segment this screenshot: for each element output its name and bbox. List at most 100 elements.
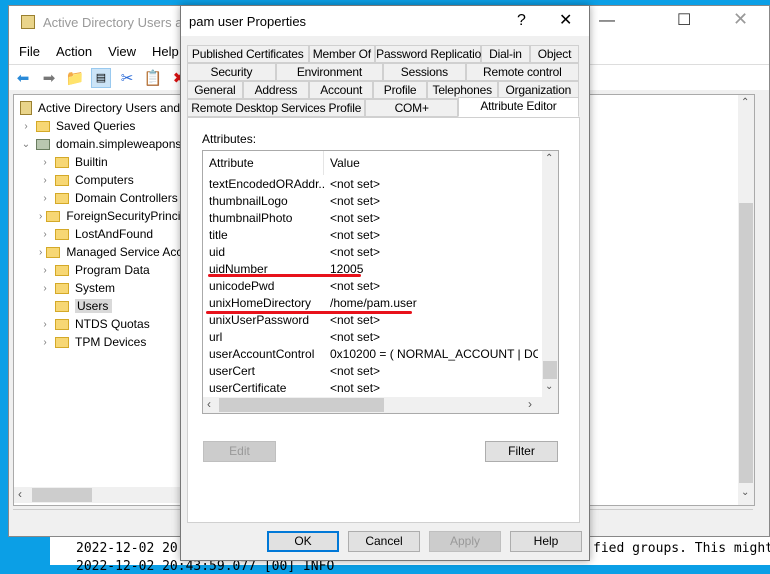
tab-remote-control[interactable]: Remote control [465, 63, 579, 81]
attribute-row[interactable]: thumbnailPhoto <not set> [203, 209, 558, 226]
scroll-thumb[interactable] [739, 203, 753, 483]
chevron-right-icon[interactable]: › [39, 229, 51, 240]
tree-item[interactable]: › LostAndFound [14, 225, 182, 243]
minimize-button[interactable]: — [599, 12, 615, 30]
console-tree-icon[interactable]: ▤ [91, 67, 111, 88]
tab-member-of[interactable]: Member Of [308, 45, 376, 63]
tab-environment[interactable]: Environment [275, 63, 383, 81]
back-arrow-icon[interactable]: ⬅ [13, 68, 33, 88]
attribute-name: unixUserPassword [209, 312, 310, 327]
attribute-row[interactable]: userAccountControl 0x10200 = ( NORMAL_ACC… [203, 345, 558, 362]
chevron-right-icon[interactable]: › [39, 283, 51, 294]
tree-item[interactable]: › System [14, 279, 182, 297]
tree-item[interactable]: › TPM Devices [14, 333, 182, 351]
column-header-value[interactable]: Value [324, 156, 538, 170]
attribute-row[interactable]: textEncodedORAddr... <not set> [203, 175, 558, 192]
tree-item[interactable]: › Saved Queries [14, 117, 182, 135]
scroll-thumb[interactable] [219, 398, 384, 412]
chevron-right-icon[interactable]: › [20, 121, 32, 132]
menu-view[interactable]: View [108, 44, 136, 59]
tree-root[interactable]: Active Directory Users and Computers [14, 99, 182, 117]
attribute-row[interactable]: url <not set> [203, 328, 558, 345]
scroll-left-icon[interactable]: ‹ [18, 487, 22, 501]
tab-sessions[interactable]: Sessions [383, 63, 466, 81]
scroll-right-icon[interactable]: › [528, 397, 532, 411]
tree-item[interactable]: ⌄ domain.simpleweapons [14, 135, 182, 153]
tree-item[interactable]: › Domain Controllers [14, 189, 182, 207]
tree-item-label: ForeignSecurityPrincipals [66, 209, 182, 223]
scroll-down-icon[interactable]: ⌄ [545, 381, 553, 392]
column-header-attribute[interactable]: Attribute [203, 151, 324, 175]
list-horizontal-scrollbar[interactable]: ‹ › [203, 397, 558, 413]
edit-button[interactable]: Edit [203, 441, 276, 462]
attribute-row[interactable]: uid <not set> [203, 243, 558, 260]
attribute-row[interactable]: unicodePwd <not set> [203, 277, 558, 294]
forward-arrow-icon[interactable]: ➡ [39, 68, 59, 88]
scroll-up-icon[interactable]: ⌃ [741, 97, 749, 108]
console-tree: Active Directory Users and Computers › Sa… [13, 94, 183, 506]
chevron-right-icon[interactable]: › [39, 211, 42, 222]
tree-horizontal-scrollbar[interactable]: ‹ [14, 487, 182, 503]
paste-icon[interactable]: 📋 [143, 68, 163, 88]
tree-item-label: LostAndFound [75, 227, 154, 241]
details-vertical-scrollbar[interactable]: ⌃ ⌄ [738, 95, 754, 505]
filter-button[interactable]: Filter [485, 441, 558, 462]
scroll-thumb[interactable] [32, 488, 92, 502]
tree-item[interactable]: Users [14, 297, 182, 315]
menu-file[interactable]: File [19, 44, 40, 59]
tree-item[interactable]: › ForeignSecurityPrincipals [14, 207, 182, 225]
chevron-right-icon[interactable]: › [39, 175, 51, 186]
chevron-down-icon[interactable]: ⌄ [20, 139, 32, 150]
attributes-list[interactable]: Attribute Value textEncodedORAddr... <not… [202, 150, 559, 414]
scroll-thumb[interactable] [543, 361, 557, 379]
chevron-right-icon[interactable]: › [39, 157, 51, 168]
attribute-editor-panel: Attributes: Attribute Value textEncodedO… [187, 117, 580, 523]
tab-object[interactable]: Object [529, 45, 579, 63]
chevron-right-icon[interactable]: › [39, 319, 51, 330]
cut-icon[interactable]: ✂ [117, 68, 137, 88]
tab-address[interactable]: Address [242, 81, 310, 99]
tab-general[interactable]: General [187, 81, 243, 99]
tab-com-[interactable]: COM+ [365, 99, 458, 117]
chevron-right-icon[interactable]: › [39, 337, 51, 348]
tree-item-label: Computers [75, 173, 134, 187]
tree-item[interactable]: › NTDS Quotas [14, 315, 182, 333]
tab-password-replication[interactable]: Password Replication [375, 45, 488, 63]
chevron-right-icon[interactable]: › [39, 265, 51, 276]
chevron-right-icon[interactable]: › [39, 247, 42, 258]
tree-item[interactable]: › Builtin [14, 153, 182, 171]
ok-button[interactable]: OK [267, 531, 339, 552]
tab-security[interactable]: Security [187, 63, 276, 81]
tree-item[interactable]: › Program Data [14, 261, 182, 279]
scroll-left-icon[interactable]: ‹ [207, 397, 211, 411]
attribute-row[interactable]: userCertificate <not set> [203, 379, 558, 396]
tree-item[interactable]: › Computers [14, 171, 182, 189]
attribute-row[interactable]: unixHomeDirectory/home/pam.user [203, 294, 558, 311]
cancel-button[interactable]: Cancel [348, 531, 420, 552]
tab-published-certificates[interactable]: Published Certificates [187, 45, 309, 63]
menu-action[interactable]: Action [56, 44, 92, 59]
tab-attribute-editor[interactable]: Attribute Editor [457, 97, 579, 117]
menu-help[interactable]: Help [152, 44, 179, 59]
up-folder-icon[interactable]: 📁 [65, 68, 85, 88]
tab-dial-in[interactable]: Dial-in [480, 45, 530, 63]
list-vertical-scrollbar[interactable]: ⌃ ⌄ [542, 151, 558, 397]
scroll-up-icon[interactable]: ⌃ [545, 153, 553, 164]
scroll-down-icon[interactable]: ⌄ [741, 487, 749, 498]
help-button[interactable]: ? [517, 6, 526, 36]
maximize-button[interactable]: ☐ [677, 10, 691, 30]
tab-profile[interactable]: Profile [373, 81, 427, 99]
tree-item-label: Builtin [75, 155, 108, 169]
tree-item[interactable]: › Managed Service Accounts [14, 243, 182, 261]
attribute-row[interactable]: title <not set> [203, 226, 558, 243]
attribute-row[interactable]: userCert <not set> [203, 362, 558, 379]
terminal-line: 2022-12-02 20:43:59.077 [00] INFO [76, 559, 335, 574]
tab-remote-desktop-services-profile[interactable]: Remote Desktop Services Profile [187, 99, 366, 117]
tab-account[interactable]: Account [309, 81, 374, 99]
chevron-right-icon[interactable]: › [39, 193, 51, 204]
help-button[interactable]: Help [510, 531, 582, 552]
close-button[interactable]: ✕ [733, 9, 748, 30]
close-button[interactable]: ✕ [559, 6, 572, 36]
attribute-row[interactable]: thumbnailLogo <not set> [203, 192, 558, 209]
apply-button[interactable]: Apply [429, 531, 501, 552]
